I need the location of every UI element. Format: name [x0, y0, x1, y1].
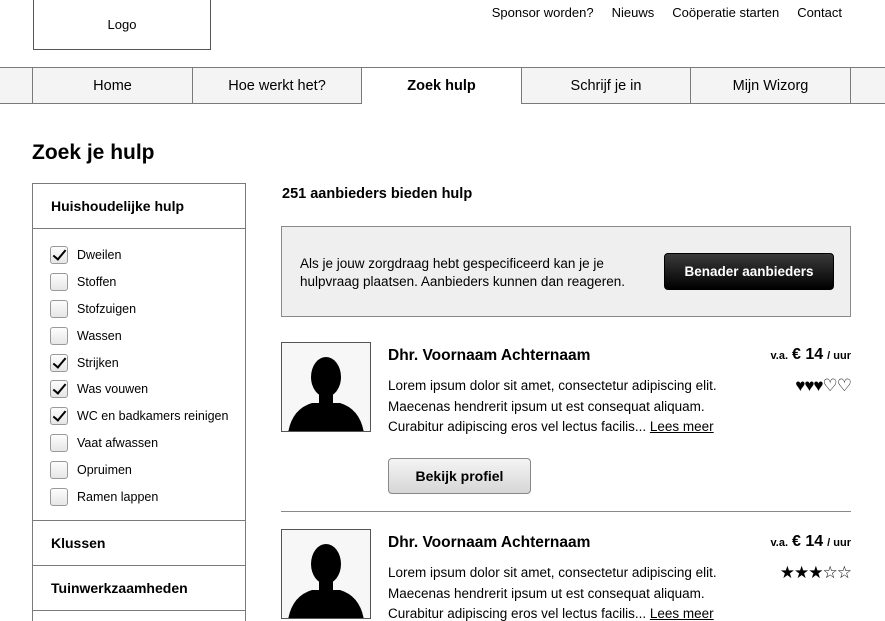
link-cooperatie[interactable]: Coöperatie starten — [672, 5, 779, 20]
price-prefix: v.a. — [770, 350, 789, 362]
option-label: Strijken — [77, 355, 119, 370]
provider-name[interactable]: Dhr. Voornaam Achternaam — [388, 347, 590, 365]
filter-category-huishoudelijke-hulp[interactable]: Huishoudelijke hulp — [33, 184, 245, 229]
price-amount: € 14 — [792, 533, 824, 550]
option-label: Stofzuigen — [77, 301, 137, 316]
checkbox-unchecked[interactable] — [50, 273, 68, 292]
filter-option[interactable]: Strijken — [50, 349, 245, 376]
nav-schrijf-je-in[interactable]: Schrijf je in — [521, 68, 690, 103]
star-filled-icon: ★ — [808, 563, 823, 582]
main-nav: Home Hoe werkt het? Zoek hulp Schrijf je… — [0, 67, 885, 104]
nav-home[interactable]: Home — [32, 68, 192, 103]
bekijk-profiel-button[interactable]: Bekijk profiel — [388, 458, 531, 494]
filter-option[interactable]: Wassen — [50, 322, 245, 349]
option-label: Dweilen — [77, 248, 122, 263]
option-label: Ramen lappen — [77, 489, 159, 504]
star-rating: ★★★☆☆ — [779, 563, 852, 583]
divider — [281, 511, 851, 512]
filter-option[interactable]: Opruimen — [50, 456, 245, 483]
link-contact[interactable]: Contact — [797, 5, 842, 20]
nav-hoe-werkt-het[interactable]: Hoe werkt het? — [192, 68, 361, 103]
top-links: Sponsor worden? Nieuws Coöperatie starte… — [492, 5, 842, 20]
checkbox-unchecked[interactable] — [50, 299, 68, 318]
provider-card: Dhr. Voornaam Achternaam v.a. € 14 / uur… — [281, 342, 852, 502]
result-count: 251 aanbieders bieden hulp — [282, 186, 473, 202]
checkbox-unchecked[interactable] — [50, 460, 68, 479]
filter-options: Dweilen Stoffen Stofzuigen Wassen Strijk… — [33, 229, 245, 521]
heart-empty-icon: ♡ — [836, 376, 852, 395]
price-unit: / uur — [827, 537, 851, 549]
link-sponsor[interactable]: Sponsor worden? — [492, 5, 594, 20]
checkbox-unchecked[interactable] — [50, 433, 68, 452]
provider-card: Dhr. Voornaam Achternaam v.a. € 14 / uur… — [281, 529, 852, 621]
link-nieuws[interactable]: Nieuws — [612, 5, 655, 20]
option-label: Wassen — [77, 328, 122, 343]
option-label: Opruimen — [77, 462, 132, 477]
star-empty-icon: ☆ — [836, 563, 852, 582]
filter-panel: Huishoudelijke hulp Dweilen Stoffen Stof… — [32, 183, 246, 621]
checkbox-checked[interactable] — [50, 353, 68, 372]
filter-category-tuinwerkzaamheden[interactable]: Tuinwerkzaamheden — [33, 566, 245, 611]
price-prefix: v.a. — [770, 537, 789, 549]
checkbox-unchecked[interactable] — [50, 326, 68, 345]
callout-text: Als je jouw zorgdraag hebt gespecificeer… — [300, 256, 625, 289]
filter-option[interactable]: Vaat afwassen — [50, 430, 245, 457]
checkbox-checked[interactable] — [50, 407, 68, 426]
nav-zoek-hulp[interactable]: Zoek hulp — [361, 68, 521, 104]
heart-rating: ♥♥♥♡♡ — [795, 376, 852, 396]
filter-option[interactable]: Stofzuigen — [50, 296, 245, 323]
avatar[interactable] — [281, 342, 371, 432]
person-silhouette-icon — [288, 357, 364, 431]
option-label: Vaat afwassen — [77, 435, 159, 450]
checkbox-checked[interactable] — [50, 380, 68, 399]
logo[interactable]: Logo — [33, 0, 211, 50]
filter-category-klussen[interactable]: Klussen — [33, 521, 245, 566]
price: v.a. € 14 / uur — [770, 533, 851, 551]
filter-option[interactable]: Was vouwen — [50, 376, 245, 403]
logo-text: Logo — [107, 17, 137, 32]
benader-aanbieders-button[interactable]: Benader aanbieders — [664, 253, 834, 290]
filter-option[interactable]: WC en badkamers reinigen — [50, 403, 245, 430]
lees-meer-link[interactable]: Lees meer — [650, 419, 714, 434]
heart-filled-icon: ♥ — [813, 376, 823, 395]
page-title: Zoek je hulp — [32, 141, 155, 164]
star-filled-icon: ★ — [779, 563, 795, 582]
provider-description: Lorem ipsum dolor sit amet, consectetur … — [388, 376, 748, 438]
checkbox-unchecked[interactable] — [50, 487, 68, 506]
checkbox-checked[interactable] — [50, 246, 68, 265]
price-unit: / uur — [827, 350, 851, 362]
price: v.a. € 14 / uur — [770, 346, 851, 364]
option-label: Was vouwen — [77, 382, 149, 397]
heart-empty-icon: ♡ — [822, 376, 838, 395]
star-filled-icon: ★ — [794, 563, 809, 582]
nav-mijn-wizorg[interactable]: Mijn Wizorg — [690, 68, 850, 103]
avatar[interactable] — [281, 529, 371, 619]
option-label: Stoffen — [77, 275, 117, 290]
heart-filled-icon: ♥ — [795, 376, 805, 395]
lees-meer-link[interactable]: Lees meer — [650, 606, 714, 621]
filter-option[interactable]: Stoffen — [50, 269, 245, 296]
person-silhouette-icon — [288, 544, 364, 618]
option-label: WC en badkamers reinigen — [77, 409, 229, 424]
provider-description: Lorem ipsum dolor sit amet, consectetur … — [388, 563, 748, 621]
filter-option[interactable]: Ramen lappen — [50, 483, 245, 510]
provider-name[interactable]: Dhr. Voornaam Achternaam — [388, 534, 590, 552]
star-empty-icon: ☆ — [822, 563, 838, 582]
price-amount: € 14 — [792, 346, 824, 363]
filter-option[interactable]: Dweilen — [50, 242, 245, 269]
callout-box: Als je jouw zorgdraag hebt gespecificeer… — [281, 226, 851, 317]
